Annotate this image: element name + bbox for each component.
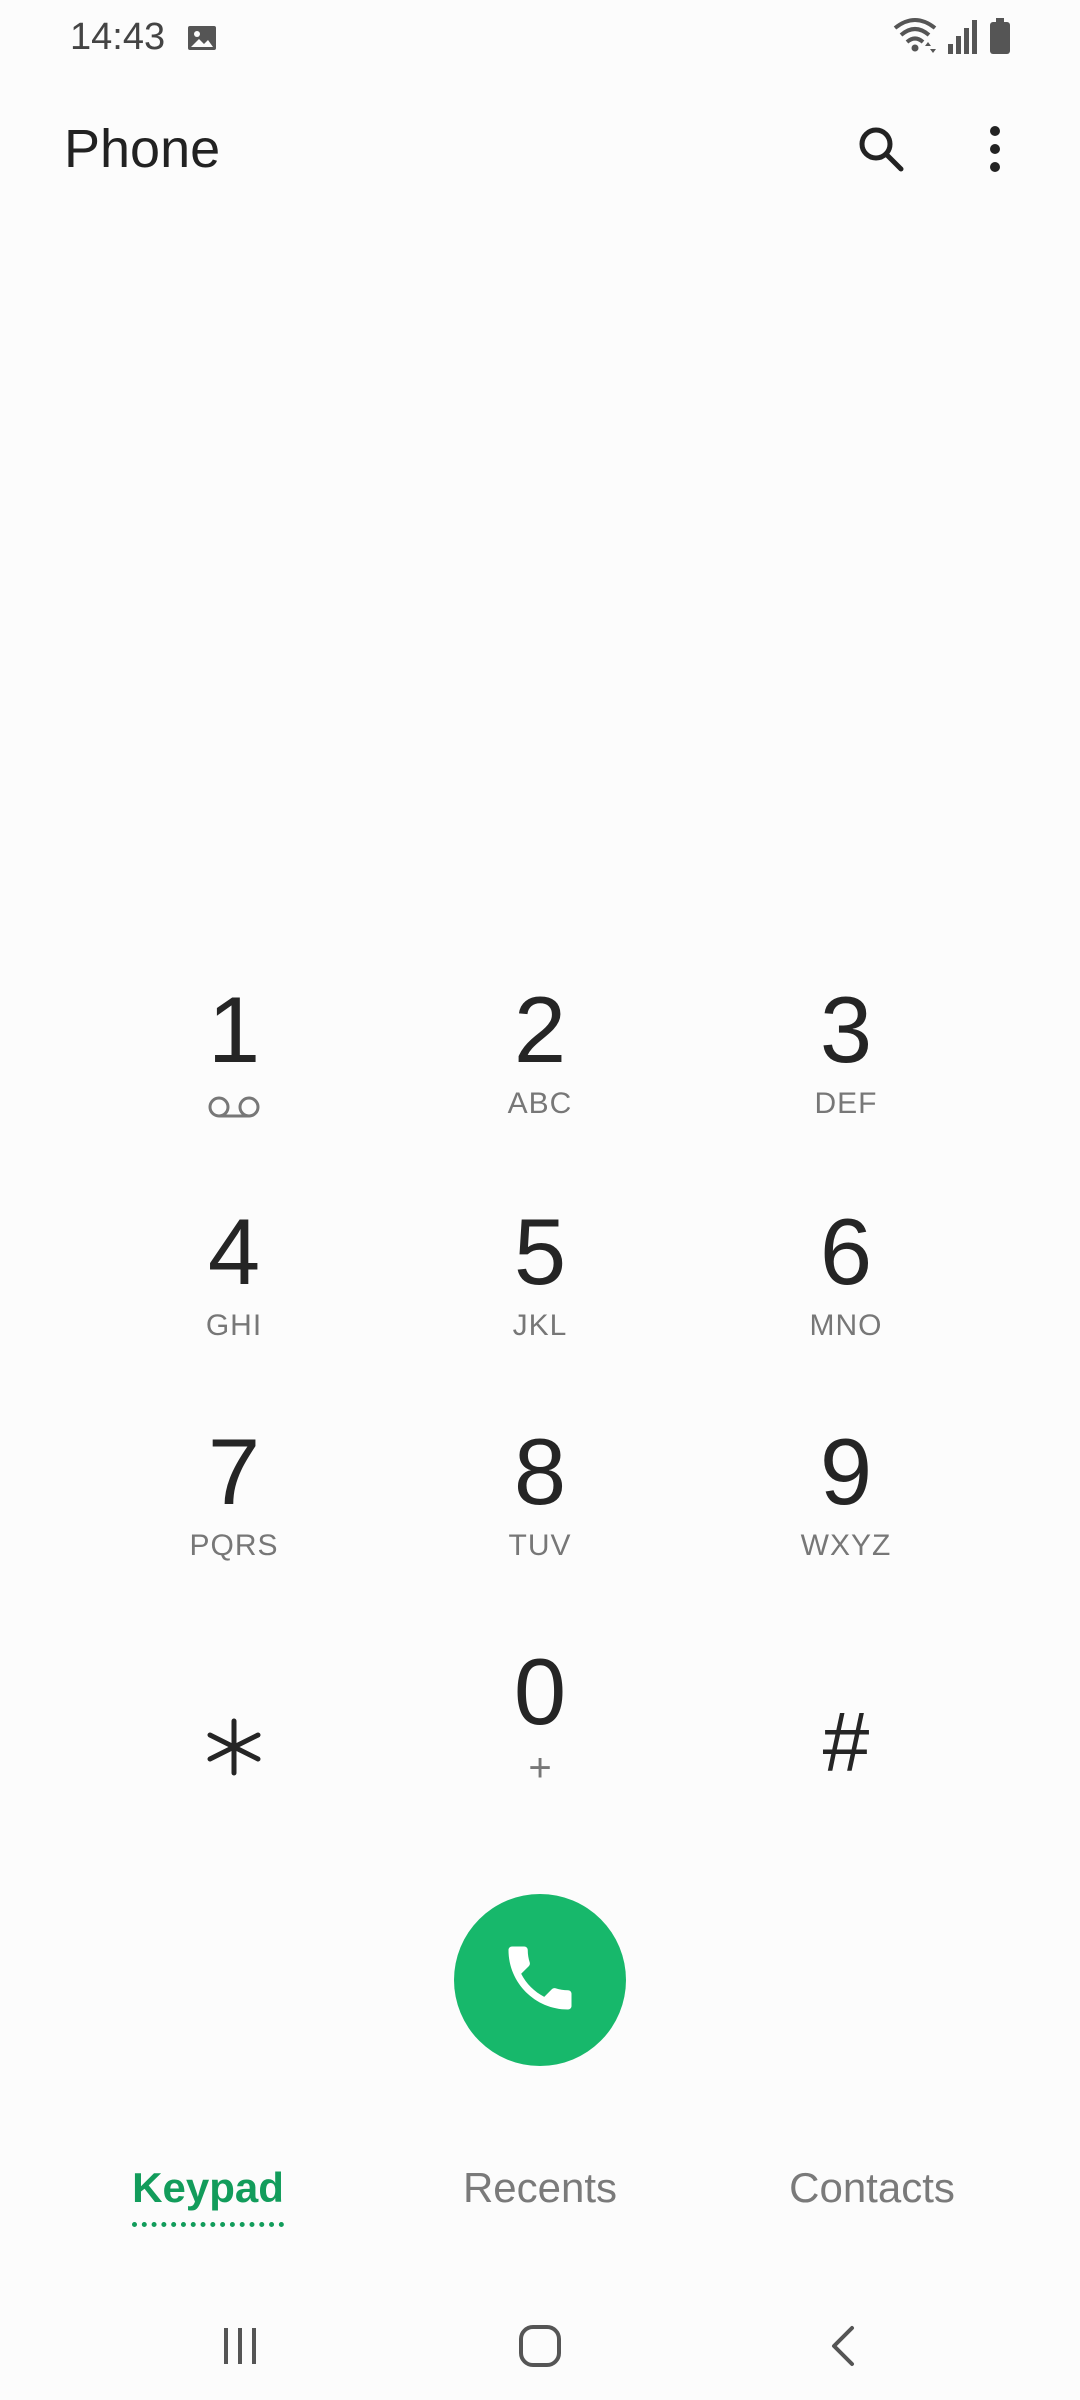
key-letters: TUV bbox=[508, 1529, 572, 1562]
key-0[interactable]: 0 + bbox=[410, 1622, 670, 1822]
recent-apps-button[interactable] bbox=[200, 2308, 280, 2388]
page-title: Phone bbox=[64, 119, 221, 179]
phone-icon bbox=[498, 1936, 582, 2025]
tab-contacts[interactable]: Contacts bbox=[752, 2164, 992, 2212]
key-letters: ABC bbox=[507, 1087, 573, 1120]
key-2[interactable]: 2 ABC bbox=[410, 960, 670, 1160]
asterisk-icon bbox=[104, 1622, 364, 1798]
tab-keypad[interactable]: Keypad bbox=[112, 2164, 304, 2212]
more-options-button[interactable] bbox=[960, 116, 1030, 186]
back-button[interactable] bbox=[804, 2308, 884, 2388]
key-digit: 7 bbox=[207, 1419, 261, 1524]
key-9[interactable]: 9 WXYZ bbox=[716, 1402, 976, 1602]
status-bar: 14:43 bbox=[0, 0, 1080, 78]
key-letters: + bbox=[528, 1746, 552, 1790]
more-vert-icon bbox=[987, 123, 1003, 180]
key-6[interactable]: 6 MNO bbox=[716, 1182, 976, 1382]
battery-icon bbox=[988, 16, 1012, 61]
wifi-icon bbox=[892, 16, 938, 61]
key-3[interactable]: 3 DEF bbox=[716, 960, 976, 1160]
status-icons bbox=[892, 16, 1012, 61]
key-digit: 5 bbox=[513, 1199, 567, 1304]
key-digit: 8 bbox=[513, 1419, 567, 1524]
key-letters: DEF bbox=[814, 1087, 878, 1120]
key-digit: 4 bbox=[207, 1199, 261, 1304]
home-button[interactable] bbox=[500, 2308, 580, 2388]
key-digit: # bbox=[822, 1695, 870, 1789]
key-digit: 2 bbox=[513, 977, 567, 1082]
key-letters: PQRS bbox=[189, 1529, 279, 1562]
key-hash[interactable]: # bbox=[716, 1622, 976, 1822]
signal-icon bbox=[946, 16, 980, 61]
key-digit: 6 bbox=[819, 1199, 873, 1304]
key-star[interactable]: * bbox=[104, 1622, 364, 1822]
recent-apps-icon bbox=[218, 2324, 262, 2373]
key-letters: JKL bbox=[512, 1309, 568, 1342]
key-8[interactable]: 8 TUV bbox=[410, 1402, 670, 1602]
voicemail-icon bbox=[207, 1094, 261, 1120]
back-icon bbox=[824, 2322, 864, 2375]
search-icon bbox=[855, 123, 907, 180]
key-7[interactable]: 7 PQRS bbox=[104, 1402, 364, 1602]
tab-recents[interactable]: Recents bbox=[430, 2164, 650, 2212]
active-tab-indicator bbox=[132, 2222, 284, 2227]
key-digit: 9 bbox=[819, 1419, 873, 1524]
phone-screen: 14:43 Phone 1 2 ABC 3 DEF 4 GHI 5 JKL 6 … bbox=[0, 0, 1080, 2400]
key-4[interactable]: 4 GHI bbox=[104, 1182, 364, 1382]
key-letters: GHI bbox=[205, 1309, 263, 1342]
key-digit: 0 bbox=[513, 1639, 567, 1744]
gallery-icon bbox=[186, 22, 218, 54]
key-letters: WXYZ bbox=[800, 1529, 892, 1562]
key-letters: MNO bbox=[809, 1309, 883, 1342]
call-button[interactable] bbox=[454, 1894, 626, 2066]
key-5[interactable]: 5 JKL bbox=[410, 1182, 670, 1382]
search-button[interactable] bbox=[846, 116, 916, 186]
status-time: 14:43 bbox=[70, 16, 166, 58]
home-icon bbox=[516, 2322, 564, 2375]
key-digit: 3 bbox=[819, 977, 873, 1082]
navigation-bar bbox=[0, 2290, 1080, 2400]
bottom-tabs: Keypad Recents Contacts bbox=[0, 2150, 1080, 2250]
key-digit: 1 bbox=[207, 977, 261, 1082]
key-1[interactable]: 1 bbox=[104, 960, 364, 1160]
